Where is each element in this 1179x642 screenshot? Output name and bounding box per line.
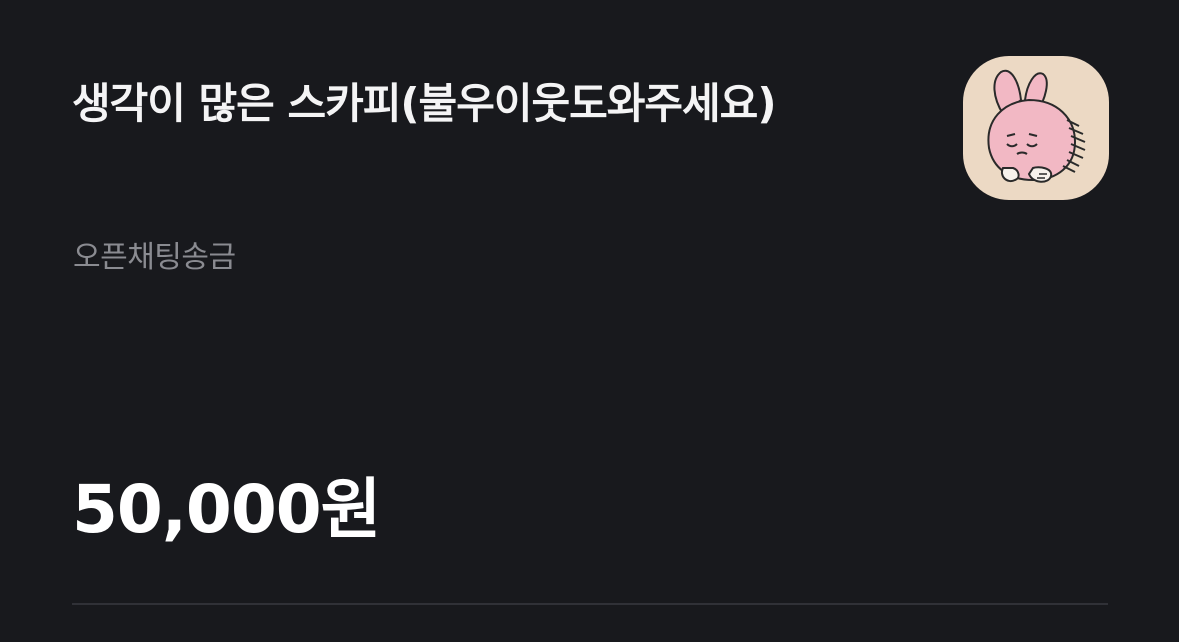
bunny-character-icon — [987, 69, 1086, 183]
transfer-amount: 50,000원 — [72, 471, 381, 548]
transfer-title: 생각이 많은 스카피(불우이웃도와주세요) — [72, 79, 777, 128]
divider — [72, 603, 1108, 605]
transfer-subtitle: 오픈채팅송금 — [73, 240, 236, 275]
transfer-card: 생각이 많은 스카피(불우이웃도와주세요) 오픈채팅송금 50,000원 — [0, 0, 1179, 642]
avatar[interactable] — [963, 56, 1109, 200]
